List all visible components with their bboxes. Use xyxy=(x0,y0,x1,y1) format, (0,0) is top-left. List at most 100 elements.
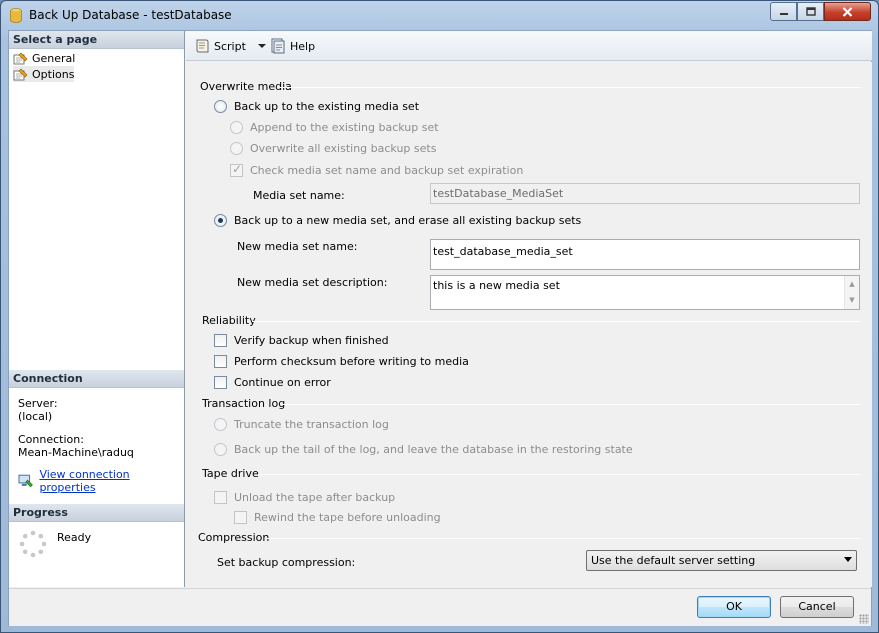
existing-media-set-label: Back up to the existing media set xyxy=(234,100,420,113)
rewind-tape-option[interactable]: Rewind the tape before unloading xyxy=(234,511,441,524)
help-button[interactable]: Help xyxy=(270,38,315,54)
checkbox[interactable] xyxy=(214,376,227,389)
page-settings-icon xyxy=(13,52,28,64)
page-item-label: General xyxy=(32,51,76,65)
page-item-label: Options xyxy=(32,67,75,81)
scroll-down-icon[interactable]: ▼ xyxy=(845,292,859,308)
radio-button[interactable] xyxy=(214,100,227,113)
append-backup-set-option[interactable]: Append to the existing backup set xyxy=(230,121,439,134)
group-divider xyxy=(258,474,860,475)
dialog-client-area: Select a page General Options Connection xyxy=(8,30,872,626)
close-icon xyxy=(842,6,853,17)
existing-media-set-option[interactable]: Back up to the existing media set xyxy=(214,100,419,113)
backup-tail-of-log-label: Back up the tail of the log, and leave t… xyxy=(234,443,633,456)
group-divider xyxy=(282,404,860,405)
truncate-log-label: Truncate the transaction log xyxy=(234,418,389,431)
unload-tape-label: Unload the tape after backup xyxy=(234,491,396,504)
connection-label: Connection: xyxy=(18,433,84,446)
options-panel: Overwrite media Back up to the existing … xyxy=(186,62,872,587)
checkbox[interactable] xyxy=(214,334,227,347)
tape-drive-title: Tape drive xyxy=(202,467,259,480)
checkbox[interactable] xyxy=(230,162,243,177)
continue-on-error-label: Continue on error xyxy=(234,376,331,389)
backup-compression-select[interactable]: Use the default server setting xyxy=(586,550,857,571)
perform-checksum-label: Perform checksum before writing to media xyxy=(234,355,469,368)
radio-button[interactable] xyxy=(214,418,227,431)
ok-button[interactable]: OK xyxy=(697,596,771,618)
toolbar: Script Help xyxy=(186,31,872,61)
scroll-up-icon[interactable]: ▲ xyxy=(845,276,859,292)
radio-button[interactable] xyxy=(214,214,227,227)
page-item-general[interactable]: General xyxy=(13,50,75,66)
check-expiration-option[interactable]: Check media set name and backup set expi… xyxy=(230,162,524,177)
media-set-name-input[interactable]: testDatabase_MediaSet xyxy=(430,183,860,204)
minimize-icon xyxy=(779,12,788,15)
group-divider xyxy=(266,538,860,539)
left-pane: Select a page General Options Connection xyxy=(9,31,185,587)
radio-button[interactable] xyxy=(214,443,227,456)
check-expiration-label: Check media set name and backup set expi… xyxy=(250,164,524,177)
progress-spinner-icon xyxy=(19,530,47,558)
new-media-set-name-label: New media set name: xyxy=(237,240,358,253)
compression-title: Compression xyxy=(198,531,270,544)
chevron-down-icon xyxy=(844,557,852,562)
backup-compression-value: Use the default server setting xyxy=(591,554,756,567)
script-icon xyxy=(196,39,209,53)
new-media-set-description-label: New media set description: xyxy=(237,276,388,289)
new-media-set-name-input[interactable]: test_database_media_set xyxy=(430,239,860,270)
description-scrollbar[interactable]: ▲ ▼ xyxy=(844,276,859,309)
backup-dialog-window: Back Up Database - testDatabase Select a… xyxy=(0,0,879,633)
script-button[interactable]: Script xyxy=(194,38,268,54)
cancel-button[interactable]: Cancel xyxy=(780,596,854,618)
description-text: this is a new media set xyxy=(433,279,560,292)
maximize-button[interactable] xyxy=(797,2,824,21)
perform-checksum-option[interactable]: Perform checksum before writing to media xyxy=(214,355,469,368)
connection-value: Mean-Machine\raduq xyxy=(18,446,134,459)
help-button-label: Help xyxy=(290,39,316,53)
help-icon xyxy=(271,38,285,54)
page-settings-icon xyxy=(13,68,28,80)
verify-backup-label: Verify backup when finished xyxy=(234,334,389,347)
transaction-log-title: Transaction log xyxy=(202,397,286,410)
media-set-name-label: Media set name: xyxy=(253,189,345,202)
checkbox[interactable] xyxy=(214,355,227,368)
new-media-set-label: Back up to a new media set, and erase al… xyxy=(234,214,582,227)
group-divider xyxy=(252,321,860,322)
database-icon xyxy=(10,8,22,23)
append-backup-set-label: Append to the existing backup set xyxy=(250,121,439,134)
resize-grip[interactable] xyxy=(859,614,869,624)
truncate-log-option[interactable]: Truncate the transaction log xyxy=(214,418,389,431)
backup-tail-of-log-option[interactable]: Back up the tail of the log, and leave t… xyxy=(214,443,633,456)
close-button[interactable] xyxy=(824,2,871,21)
connection-properties-icon xyxy=(18,474,33,488)
backup-compression-label: Set backup compression: xyxy=(217,556,356,569)
view-connection-link-label: View connection properties xyxy=(39,468,130,494)
overwrite-all-label: Overwrite all existing backup sets xyxy=(250,142,437,155)
progress-header: Progress xyxy=(9,504,184,522)
reliability-title: Reliability xyxy=(202,314,256,327)
checkbox[interactable] xyxy=(234,511,247,524)
window-title: Back Up Database - testDatabase xyxy=(29,8,232,22)
script-button-label: Script xyxy=(214,39,246,53)
radio-button[interactable] xyxy=(230,142,243,155)
server-value: (local) xyxy=(18,410,53,423)
maximize-icon xyxy=(805,7,816,16)
chevron-down-icon[interactable] xyxy=(256,41,268,51)
continue-on-error-option[interactable]: Continue on error xyxy=(214,376,331,389)
overwrite-all-backup-sets-option[interactable]: Overwrite all existing backup sets xyxy=(230,142,436,155)
minimize-button[interactable] xyxy=(770,2,797,21)
progress-status: Ready xyxy=(57,531,92,544)
new-media-set-description-input[interactable]: this is a new media set ▲ ▼ xyxy=(430,275,860,310)
page-item-options[interactable]: Options xyxy=(13,66,75,82)
view-connection-properties-link[interactable]: View connection properties xyxy=(18,468,184,494)
verify-backup-option[interactable]: Verify backup when finished xyxy=(214,334,389,347)
unload-tape-option[interactable]: Unload the tape after backup xyxy=(214,491,395,504)
radio-button[interactable] xyxy=(230,121,243,134)
select-page-header: Select a page xyxy=(9,31,184,49)
dialog-footer: OK Cancel xyxy=(9,588,871,626)
title-bar[interactable]: Back Up Database - testDatabase xyxy=(1,1,878,29)
checkbox[interactable] xyxy=(214,491,227,504)
group-divider xyxy=(280,87,860,88)
server-label: Server: xyxy=(18,397,58,410)
new-media-set-option[interactable]: Back up to a new media set, and erase al… xyxy=(214,214,581,227)
